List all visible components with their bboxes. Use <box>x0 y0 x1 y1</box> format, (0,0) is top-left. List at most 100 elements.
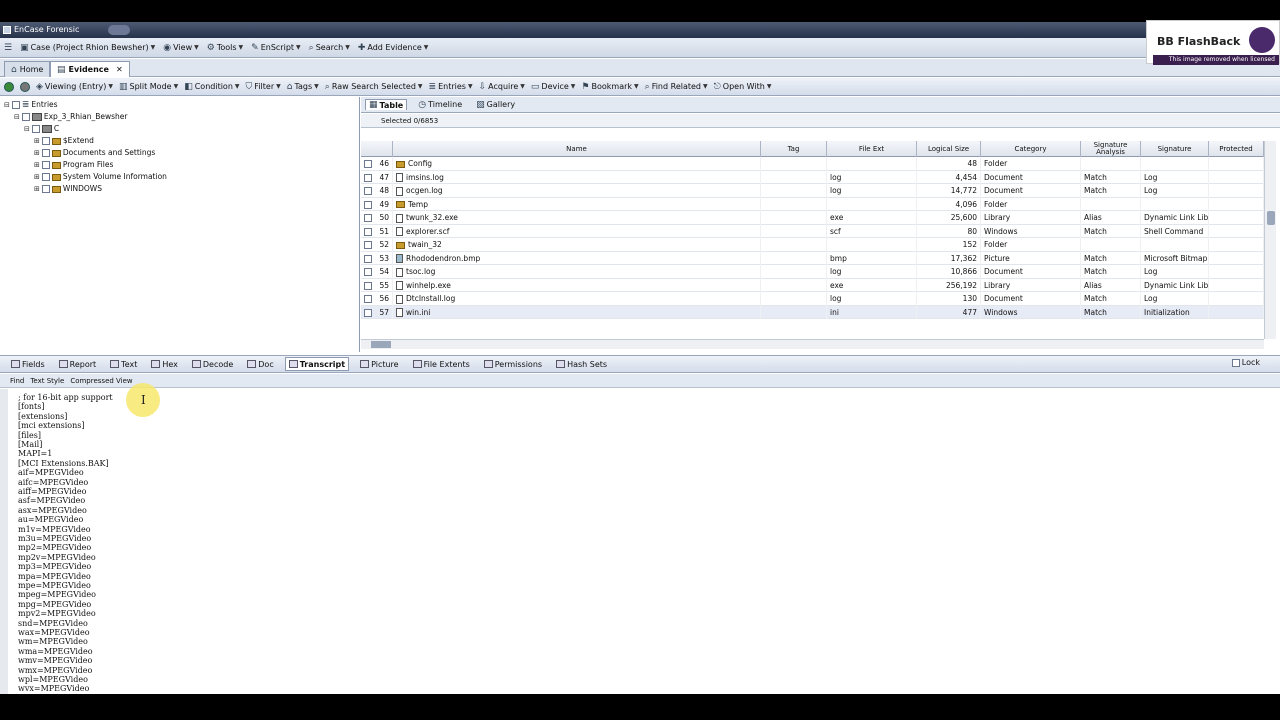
menu-tools[interactable]: ⚙ Tools ▼ <box>207 43 243 53</box>
menu-enscript[interactable]: ✎ EnScript ▼ <box>251 43 301 53</box>
collapse-icon[interactable]: ⊟ <box>24 123 30 135</box>
tree-checkbox[interactable] <box>41 173 50 181</box>
row-checkbox[interactable] <box>364 187 372 195</box>
table-row[interactable]: 56 DtcInstall.log log 130 Document Match Log <box>361 292 1264 306</box>
entries-dropdown[interactable]: ≣ Entries ▼ <box>429 82 473 92</box>
tab-hex[interactable]: Hex <box>148 357 181 371</box>
header-file-ext[interactable]: File Ext <box>827 141 917 157</box>
menu-icon[interactable]: ☰ <box>4 43 12 53</box>
tab-picture[interactable]: Picture <box>357 357 402 371</box>
tree-node-folder[interactable]: ⊞ Program Files <box>34 159 113 171</box>
table-row[interactable]: 57 win.ini ini 477 Windows Match Initializatio… <box>361 305 1264 319</box>
header-category[interactable]: Category <box>981 141 1081 157</box>
row-checkbox[interactable] <box>364 308 372 317</box>
tab-permissions[interactable]: Permissions <box>481 357 545 371</box>
device-dropdown[interactable]: ▭ Device ▼ <box>531 82 576 92</box>
table-row[interactable]: 55 winhelp.exe exe 256,192 Library Alias Dynam… <box>361 278 1264 292</box>
condition-dropdown[interactable]: ◧ Condition ▼ <box>184 82 239 92</box>
tree-node-evidence[interactable]: ⊟ Exp_3_Rhian_Bewsher <box>14 111 128 123</box>
tree-checkbox[interactable] <box>31 125 40 133</box>
tree-node-folder[interactable]: ⊞ Documents and Settings <box>34 147 155 159</box>
find-related-dropdown[interactable]: ⌕ Find Related ▼ <box>645 82 708 92</box>
tree-node-folder[interactable]: ⊞ WINDOWS <box>34 183 102 195</box>
tab-timeline[interactable]: ◷ Timeline <box>415 100 465 110</box>
table-row[interactable]: 49 Temp 4,096 Folder <box>361 197 1264 211</box>
scroll-thumb[interactable] <box>1267 211 1275 225</box>
lock-checkbox[interactable]: Lock <box>1231 358 1260 367</box>
lock-checkbox-box[interactable] <box>1231 358 1240 367</box>
header-index[interactable] <box>361 141 393 157</box>
expand-icon[interactable]: ⊞ <box>34 135 40 147</box>
close-icon[interactable]: ✕ <box>116 63 123 77</box>
expand-icon[interactable]: ⊞ <box>34 159 40 171</box>
row-checkbox[interactable] <box>364 268 372 276</box>
filter-dropdown[interactable]: ⛉ Filter ▼ <box>246 82 281 92</box>
header-protected[interactable]: Protected <box>1209 141 1264 157</box>
scroll-thumb[interactable] <box>371 341 391 348</box>
row-checkbox[interactable] <box>364 295 372 303</box>
tab-hash-sets[interactable]: Hash Sets <box>553 357 610 371</box>
split-mode-dropdown[interactable]: ▥ Split Mode ▼ <box>119 82 178 92</box>
menu-search[interactable]: ⌕ Search ▼ <box>309 43 350 53</box>
tab-report[interactable]: Report <box>56 357 100 371</box>
row-checkbox[interactable] <box>364 227 372 236</box>
row-checkbox[interactable] <box>364 214 372 222</box>
tree-checkbox[interactable] <box>41 161 50 169</box>
compressed-view-toggle[interactable]: Compressed View <box>70 377 132 385</box>
tab-home[interactable]: ⌂ Home <box>4 61 51 77</box>
table-row[interactable]: 47 imsins.log log 4,454 Document Match Log <box>361 170 1264 184</box>
bookmark-dropdown[interactable]: ⚑ Bookmark ▼ <box>581 82 638 92</box>
table-row[interactable]: 48 ocgen.log log 14,772 Document Match Log <box>361 184 1264 198</box>
collapse-icon[interactable]: ⊟ <box>4 99 10 111</box>
raw-search-button[interactable]: ⌕ Raw Search Selected ▼ <box>325 82 423 92</box>
table-row[interactable]: 51 explorer.scf scf 80 Windows Match Shell Com… <box>361 224 1264 238</box>
row-checkbox[interactable] <box>364 254 372 263</box>
collapse-icon[interactable]: ⊟ <box>14 111 20 123</box>
expand-icon[interactable]: ⊞ <box>34 171 40 183</box>
tab-file-extents[interactable]: File Extents <box>410 357 473 371</box>
tree-node-folder[interactable]: ⊞ $Extend <box>34 135 94 147</box>
expand-icon[interactable]: ⊞ <box>34 147 40 159</box>
viewing-dropdown[interactable]: ◈ Viewing (Entry) ▼ <box>36 82 113 92</box>
tab-fields[interactable]: Fields <box>8 357 48 371</box>
tab-gallery[interactable]: ▧ Gallery <box>473 100 518 110</box>
header-tag[interactable]: Tag <box>761 141 827 157</box>
tab-transcript[interactable]: Transcript <box>284 357 350 371</box>
tree-checkbox[interactable] <box>41 137 50 145</box>
transcript-text[interactable]: ; for 16-bit app support [fonts] [extensio… <box>0 389 1280 709</box>
tree-node-drive-c[interactable]: ⊟ C <box>24 123 59 135</box>
tree-checkbox[interactable] <box>41 185 50 193</box>
table-row[interactable]: 54 tsoc.log log 10,866 Document Match Log <box>361 265 1264 279</box>
row-checkbox[interactable] <box>364 200 372 209</box>
table-row[interactable]: 50 twunk_32.exe exe 25,600 Library Alias Dynam… <box>361 211 1264 225</box>
table-row[interactable]: 46 Config 48 Folder <box>361 157 1264 171</box>
header-logical-size[interactable]: Logical Size <box>917 141 981 157</box>
row-checkbox[interactable] <box>364 160 372 168</box>
header-signature[interactable]: Signature <box>1141 141 1209 157</box>
menu-add-evidence[interactable]: ✚ Add Evidence ▼ <box>358 43 429 53</box>
table-horizontal-scrollbar[interactable] <box>361 339 1264 349</box>
tab-text[interactable]: Text <box>107 357 140 371</box>
menu-view[interactable]: ◉ View ▼ <box>163 43 198 53</box>
tab-doc[interactable]: Doc <box>244 357 276 371</box>
menu-case[interactable]: ▣ Case (Project Rhion Bewsher) ▼ <box>20 43 155 53</box>
tab-decode[interactable]: Decode <box>189 357 236 371</box>
tree-checkbox[interactable] <box>41 149 50 157</box>
row-checkbox[interactable] <box>364 173 372 182</box>
row-checkbox[interactable] <box>364 241 372 249</box>
title-pill-button[interactable] <box>108 25 130 35</box>
acquire-dropdown[interactable]: ⇩ Acquire ▼ <box>479 82 525 92</box>
table-row[interactable]: 52 twain_32 152 Folder <box>361 238 1264 252</box>
forward-icon[interactable] <box>20 81 30 92</box>
tree-checkbox[interactable] <box>11 101 20 109</box>
tags-dropdown[interactable]: ⌂ Tags ▼ <box>287 82 319 92</box>
table-vertical-scrollbar[interactable] <box>1264 141 1276 339</box>
tree-node-entries[interactable]: ⊟ ≣ Entries <box>4 99 58 111</box>
back-icon[interactable] <box>4 81 14 92</box>
table-row[interactable]: 53 Rhododendron.bmp bmp 17,362 Picture Match M… <box>361 251 1264 265</box>
expand-icon[interactable]: ⊞ <box>34 183 40 195</box>
row-checkbox[interactable] <box>364 281 372 290</box>
header-signature-analysis[interactable]: Signature Analysis <box>1081 141 1141 157</box>
text-style-button[interactable]: Text Style <box>30 377 64 385</box>
tree-node-folder[interactable]: ⊞ System Volume Information <box>34 171 167 183</box>
